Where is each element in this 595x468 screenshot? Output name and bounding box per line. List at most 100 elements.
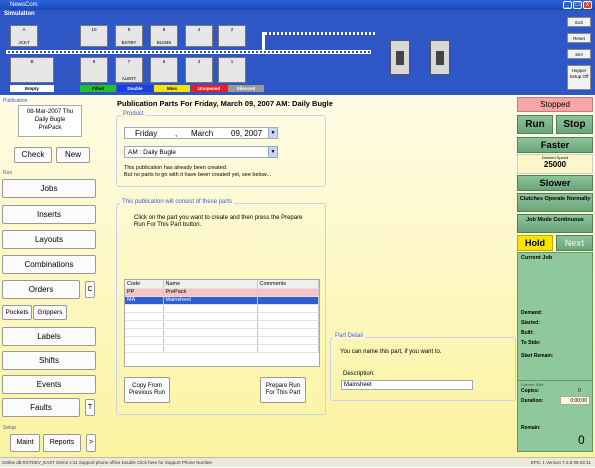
status-message-1: This publication has already been create… — [124, 165, 228, 171]
table-row[interactable]: PP PrePack — [125, 288, 319, 297]
maximize-button[interactable]: □ — [573, 1, 582, 9]
legend-label: Double — [127, 86, 143, 91]
slot-name: BSTBY — [121, 40, 137, 45]
main-area: Publication 08-Mar-2007 Thu Daily Bugle … — [0, 95, 595, 457]
check-button[interactable]: Check — [14, 147, 52, 163]
hopper-slot[interactable]: 1 — [218, 57, 246, 83]
legend-double: Double — [117, 85, 153, 92]
legend-empty: Empty — [10, 85, 54, 92]
hopper-slot[interactable]: 10 — [80, 25, 108, 47]
remain-label: Remain: — [521, 425, 541, 431]
shifts-button[interactable]: Shifts — [2, 351, 96, 370]
minimize-button[interactable]: _ — [563, 1, 572, 9]
clutches-button[interactable]: Clutches Operate Normally — [517, 193, 593, 212]
hopper-slot[interactable]: 2 — [218, 25, 246, 47]
sim-button[interactable]: Sim — [567, 49, 591, 59]
legend-label: Silenced — [236, 86, 256, 91]
run-button[interactable]: Run — [517, 115, 553, 134]
status-text: Online db:RSTDEV_EAST Demo v:11 Support … — [2, 460, 213, 465]
publication-list[interactable]: 08-Mar-2007 Thu Daily Bugle PrePack — [18, 105, 82, 137]
publication-part: PrePack — [38, 125, 62, 131]
hopper-slot[interactable]: 9 — [80, 57, 108, 83]
current-job-label: Current Job — [521, 255, 553, 261]
jobs-button[interactable]: Jobs — [2, 179, 96, 198]
slot-name: BLKBS — [156, 40, 172, 45]
hopper-slot[interactable]: 8 BLKBS — [150, 25, 178, 47]
part-detail-message: You can name this part, if you want to. — [340, 349, 442, 355]
reports-button[interactable]: Reports — [43, 434, 81, 452]
machine-status: Stopped — [517, 97, 593, 112]
duration-value: 0:00:00 — [560, 396, 590, 405]
prepare-run-button[interactable]: Prepare Run For This Part — [260, 377, 306, 403]
maint-button[interactable]: Maint — [10, 434, 40, 452]
row-comments — [257, 296, 319, 305]
next-button[interactable]: Next — [556, 235, 593, 251]
labels-button[interactable]: Labels — [2, 327, 96, 346]
parts-label: This publication will consist of these p… — [120, 199, 235, 205]
more-button[interactable]: > — [86, 434, 96, 452]
status-bar[interactable]: Online db:RSTDEV_EAST Demo v:11 Support … — [0, 457, 595, 467]
date-picker[interactable]: Friday , March 09, 2007 — [124, 127, 276, 139]
hopper-slot[interactable]: 4 — [185, 25, 213, 47]
slot-number: 3 — [197, 59, 201, 64]
chevron-down-icon[interactable]: ▼ — [268, 127, 278, 139]
col-code: Code — [125, 280, 164, 289]
hopper-slot[interactable]: 5 — [150, 57, 178, 83]
hopper-slot[interactable]: 3 — [185, 57, 213, 83]
row-code: MA — [125, 296, 164, 305]
publication-label: Publication — [3, 98, 28, 104]
close-button[interactable]: x — [583, 1, 592, 9]
row-comments — [257, 288, 319, 297]
events-button[interactable]: Events — [2, 375, 96, 394]
t-button[interactable]: T — [85, 399, 95, 416]
hopper-slot[interactable]: A JCKT — [10, 25, 38, 47]
new-button[interactable]: New — [56, 147, 90, 163]
row-name: PrePack — [163, 288, 258, 297]
start-remain-label: Start Remain: — [521, 353, 554, 359]
faults-button[interactable]: Faults — [2, 398, 80, 417]
description-input[interactable]: Mainsheet — [341, 380, 473, 390]
legend-label: Empty — [25, 86, 39, 91]
speed-value: 25000 — [543, 160, 567, 169]
faster-button[interactable]: Faster — [517, 137, 593, 153]
combinations-button[interactable]: Combinations — [2, 255, 96, 274]
simulation-panel: Simulation A JCKT 10 9 BSTBY 8 BLKBS 4 2 B … — [0, 10, 595, 95]
chevron-down-icon[interactable]: ▼ — [268, 146, 278, 158]
orders-button[interactable]: Orders — [2, 280, 80, 299]
hopper-slot[interactable]: 7 ALERT — [115, 57, 143, 83]
reset-button[interactable]: Reset — [567, 33, 591, 43]
hopper-setup-button[interactable]: Hopper Setup Off — [567, 65, 591, 90]
parts-instructions: Click on the part you want to create and… — [134, 215, 303, 228]
publication-name: Daily Bugle — [34, 117, 66, 123]
slower-button[interactable]: Slower — [517, 175, 593, 191]
part-detail-label: Part Detail — [333, 333, 366, 339]
hopper-slot[interactable]: B — [10, 57, 54, 83]
pockets-button[interactable]: Pockets — [2, 305, 32, 320]
exit-button[interactable]: Exit — [567, 17, 591, 27]
slot-number: 9 — [92, 59, 96, 64]
inserts-button[interactable]: Inserts — [2, 205, 96, 224]
job-mode-button[interactable]: Job Mode Continuous — [517, 214, 593, 233]
edition-select[interactable]: AM : Daily Bugle — [124, 146, 276, 158]
layouts-button[interactable]: Layouts — [2, 230, 96, 249]
copy-from-previous-run-button[interactable]: Copy From Previous Run — [124, 377, 170, 403]
hopper-slot[interactable]: 9 BSTBY — [115, 25, 143, 47]
parts-table: Code Name Comments PP PrePack MA Mainshe… — [124, 279, 320, 367]
slot-number: 1 — [230, 59, 234, 64]
window-title: NewsCom — [10, 2, 38, 8]
grippers-button[interactable]: Grippers — [33, 305, 67, 320]
started-label: Started: — [521, 320, 540, 326]
table-row-selected[interactable]: MA Mainsheet — [125, 296, 319, 305]
date-month: March — [191, 129, 214, 138]
hold-button[interactable]: Hold — [517, 235, 553, 251]
slot-name: ALERT — [121, 76, 137, 81]
slot-name: JCKT — [18, 40, 30, 45]
setup-section-label: Setup — [3, 425, 17, 431]
date-separator: , — [175, 129, 178, 138]
slot-number: 2 — [230, 27, 234, 32]
slot-number: 8 — [162, 27, 166, 32]
divider — [518, 380, 592, 381]
stop-button[interactable]: Stop — [556, 115, 593, 134]
c-button[interactable]: C — [85, 281, 95, 298]
status-message-2: But no parts to go with it have been cre… — [124, 172, 272, 178]
